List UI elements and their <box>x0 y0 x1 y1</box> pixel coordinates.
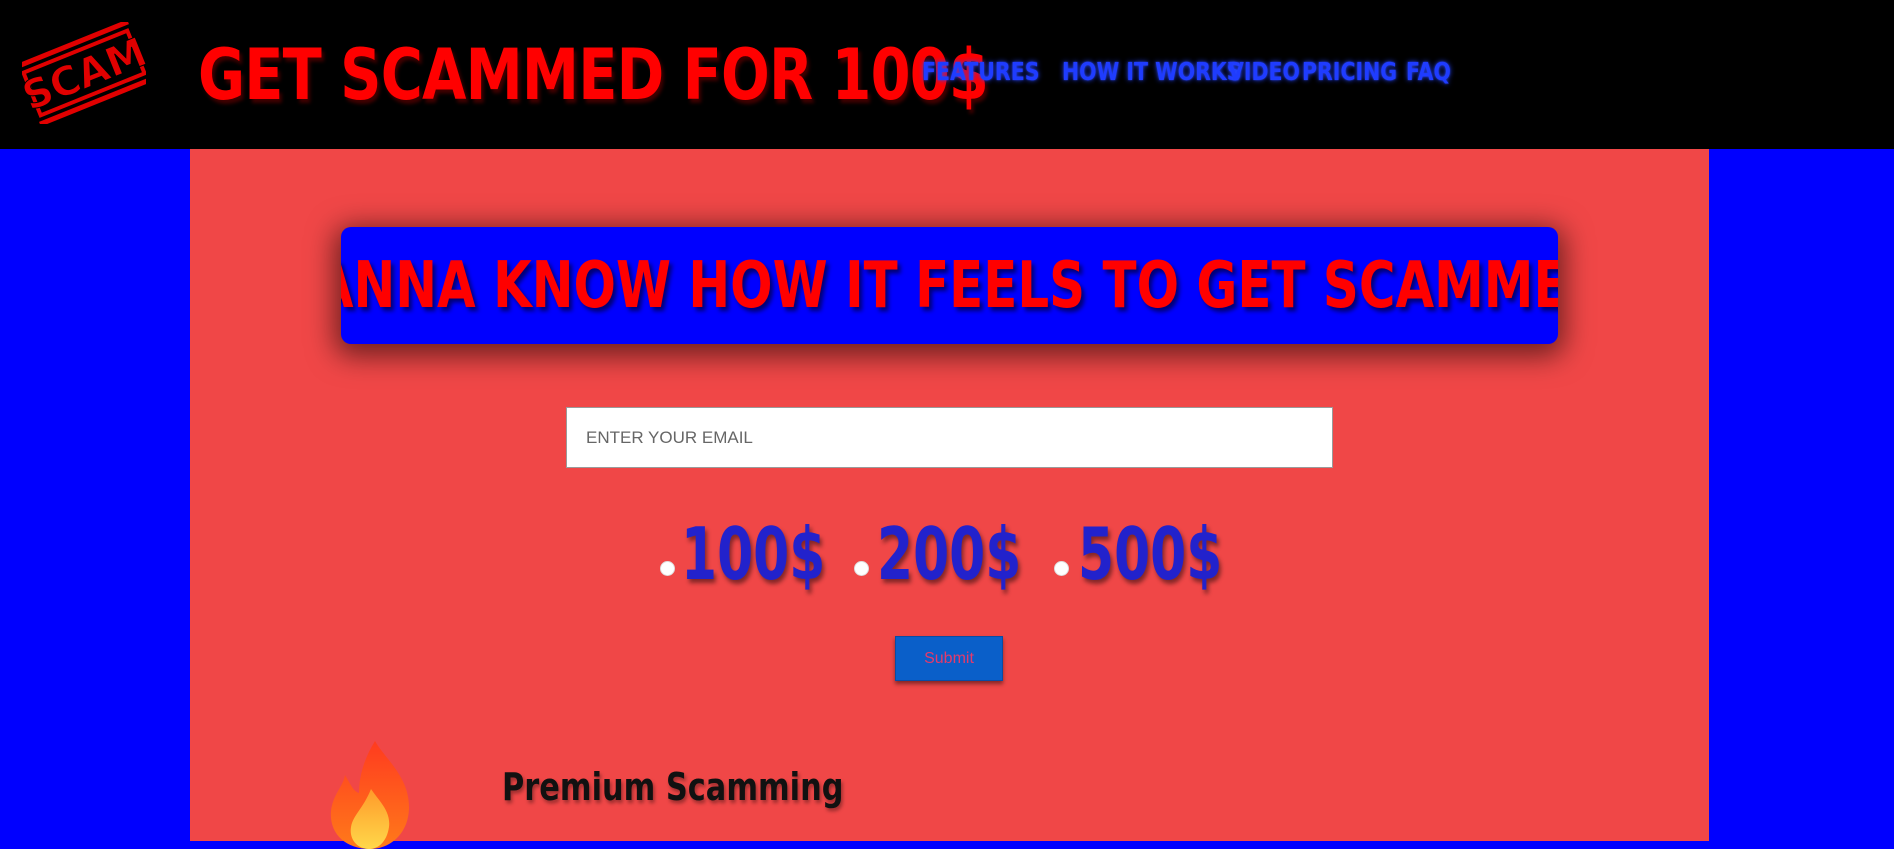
nav-faq[interactable]: FAQ <box>1406 52 1451 92</box>
fire-icon <box>330 741 410 849</box>
feature-title-premium: Premium Scamming <box>502 765 844 809</box>
nav-video[interactable]: VIDEO <box>1228 52 1300 92</box>
nav-pricing[interactable]: PRICING <box>1302 52 1397 92</box>
main-content: WANNA KNOW HOW IT FEELS TO GET SCAMMED? … <box>190 149 1709 849</box>
hero-headline: WANNA KNOW HOW IT FEELS TO GET SCAMMED? <box>341 248 1558 323</box>
scam-stamp-logo[interactable]: SCAM <box>22 22 146 124</box>
main-nav: FEATURES HOW IT WORKS VIDEO PRICING FAQ <box>922 52 1451 92</box>
price-label-500[interactable]: 500$ <box>1078 504 1222 604</box>
nav-how-it-works[interactable]: HOW IT WORKS <box>1062 52 1242 92</box>
email-input[interactable] <box>566 407 1333 468</box>
submit-button[interactable]: Submit <box>895 636 1003 681</box>
hero-banner: WANNA KNOW HOW IT FEELS TO GET SCAMMED? <box>341 227 1558 344</box>
radio-500[interactable] <box>1054 561 1069 576</box>
price-label-100[interactable]: 100$ <box>681 504 825 604</box>
nav-features[interactable]: FEATURES <box>922 52 1039 92</box>
radio-100[interactable] <box>660 561 675 576</box>
site-header: SCAM GET SCAMMED FOR 100$ FEATURES HOW I… <box>0 0 1894 149</box>
price-options: 100$ 200$ 500$ <box>660 504 1260 604</box>
radio-200[interactable] <box>854 561 869 576</box>
price-label-200[interactable]: 200$ <box>877 504 1021 604</box>
site-title: GET SCAMMED FOR 100$ <box>198 34 989 116</box>
